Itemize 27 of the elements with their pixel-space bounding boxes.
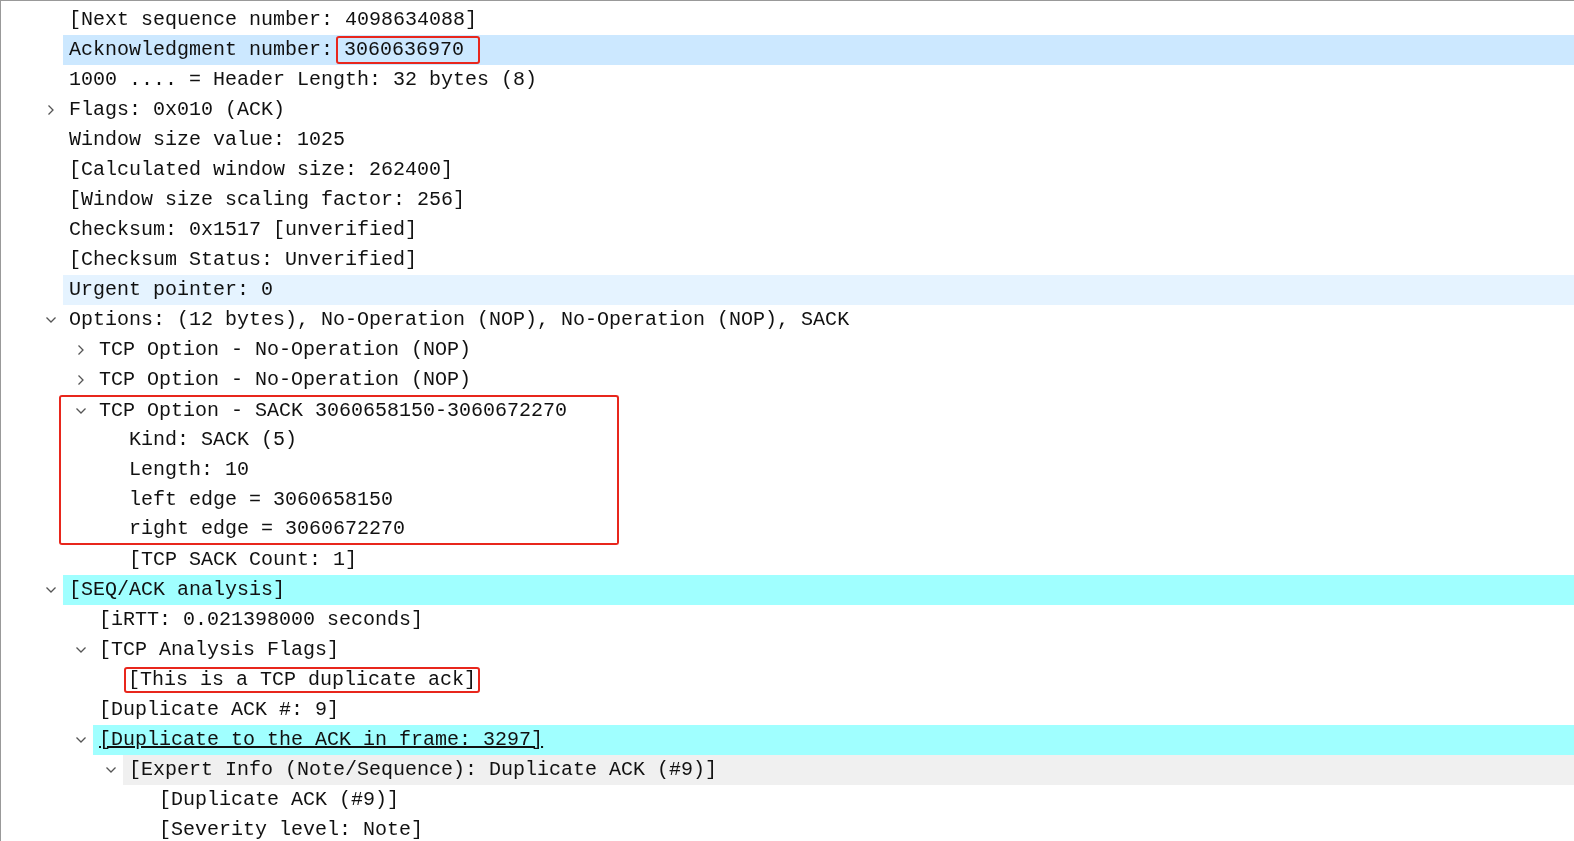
tree-item[interactable]: Flags: 0x010 (ACK) — [69, 95, 286, 125]
tree-item[interactable]: [SEQ/ACK analysis] — [69, 575, 286, 605]
tree-item[interactable]: Kind: SACK (5) — [129, 425, 298, 455]
tree-item[interactable]: [Calculated window size: 262400] — [69, 155, 454, 185]
tree-item[interactable]: 1000 .... = Header Length: 32 bytes (8) — [69, 65, 538, 95]
tree-item[interactable]: Acknowledgment number: — [69, 35, 334, 65]
tree-item[interactable]: TCP Option - No-Operation (NOP) — [99, 365, 472, 395]
tree-item[interactable]: [Next sequence number: 4098634088] — [69, 5, 478, 35]
tree-item[interactable]: Checksum: 0x1517 [unverified] — [69, 215, 418, 245]
tree-item[interactable]: [Window size scaling factor: 256] — [69, 185, 466, 215]
tree-item[interactable]: [TCP Analysis Flags] — [99, 635, 340, 665]
tree-item-value: 3060636970 — [336, 36, 481, 64]
tree-item[interactable]: Urgent pointer: 0 — [69, 275, 274, 305]
tree-item[interactable]: Options: (12 bytes), No-Operation (NOP), No-Operation (NOP), SACK — [69, 305, 850, 335]
tree-item[interactable]: [Duplicate ACK (#9)] — [159, 785, 400, 815]
tree-item[interactable]: TCP Option - No-Operation (NOP) — [99, 335, 472, 365]
tree-item[interactable]: TCP Option - SACK 3060658150-3060672270 — [99, 396, 568, 426]
tree-item[interactable]: [TCP SACK Count: 1] — [129, 545, 358, 575]
tree-item[interactable]: left edge = 3060658150 — [129, 485, 394, 515]
tree-item[interactable]: Window size value: 1025 — [69, 125, 346, 155]
tree-item[interactable]: Length: 10 — [129, 455, 250, 485]
tree-item[interactable]: right edge = 3060672270 — [129, 514, 406, 544]
tree-item[interactable]: [iRTT: 0.021398000 seconds] — [99, 605, 424, 635]
tree-item[interactable]: [Duplicate ACK #: 9] — [99, 695, 340, 725]
tree-item[interactable]: [Checksum Status: Unverified] — [69, 245, 418, 275]
tree-item[interactable]: [Severity level: Note] — [159, 815, 424, 841]
tree-item[interactable]: [This is a TCP duplicate ack] — [124, 667, 481, 693]
